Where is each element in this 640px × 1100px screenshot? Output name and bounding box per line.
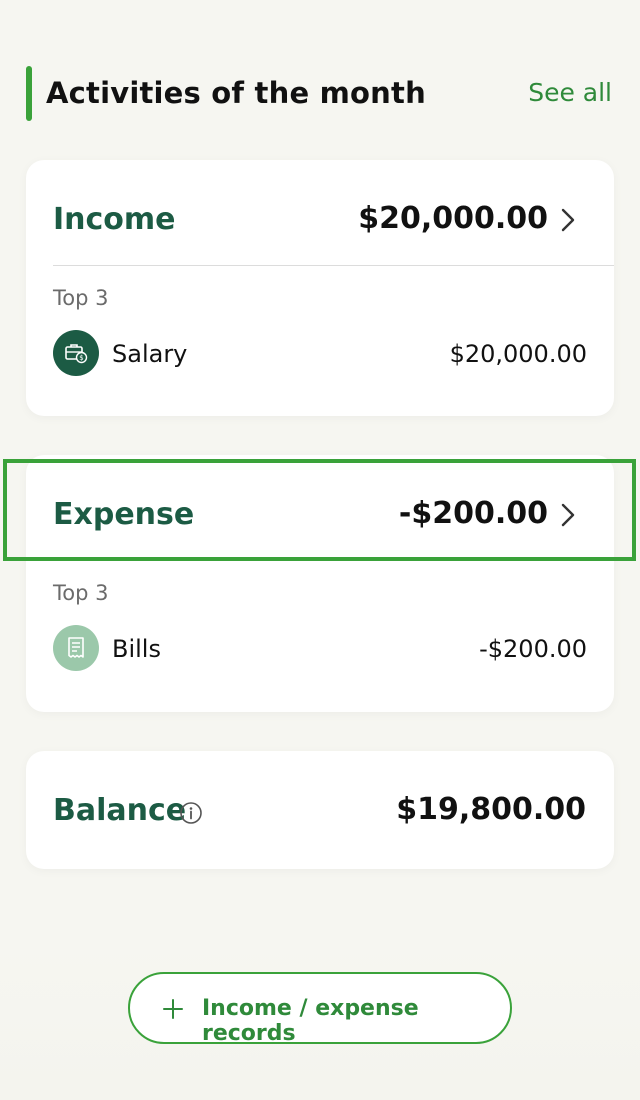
balance-total: $19,800.00 [396, 792, 586, 827]
income-total: $20,000.00 [358, 201, 548, 236]
income-expense-records-button[interactable]: Income / expense records [128, 972, 512, 1046]
income-divider [53, 265, 614, 266]
see-all-link[interactable]: See all [528, 78, 612, 107]
expense-item-amount: -$200.00 [479, 635, 587, 663]
bills-receipt-icon [53, 625, 99, 671]
expense-header-row[interactable]: Expense -$200.00 [26, 455, 614, 562]
activities-page: Activities of the month See all Income $… [0, 0, 640, 1100]
balance-card: Balance $19,800.00 [26, 751, 614, 869]
section-accent-bar [26, 66, 32, 121]
balance-label: Balance [53, 793, 187, 828]
records-button-label: Income / expense records [202, 996, 419, 1046]
svg-text:$: $ [79, 354, 83, 362]
income-item-amount: $20,000.00 [449, 340, 587, 368]
income-item-salary[interactable]: $ Salary $20,000.00 [53, 330, 587, 378]
income-label: Income [53, 202, 176, 237]
section-title: Activities of the month [46, 76, 426, 110]
income-card: Income $20,000.00 Top 3 $ Salary $20,000… [26, 160, 614, 416]
expense-label: Expense [53, 497, 195, 532]
info-icon[interactable] [179, 801, 203, 825]
expense-item-bills[interactable]: Bills -$200.00 [53, 625, 587, 673]
section-header: Activities of the month See all [0, 64, 640, 122]
chevron-right-icon [561, 503, 575, 527]
plus-icon [163, 999, 183, 1019]
income-item-label: Salary [112, 340, 188, 368]
income-header-row[interactable]: Income $20,000.00 [26, 160, 614, 267]
expense-total: -$200.00 [398, 496, 548, 531]
salary-briefcase-icon: $ [53, 330, 99, 376]
expense-card: Expense -$200.00 Top 3 Bills -$200.00 [26, 455, 614, 712]
expense-top-label: Top 3 [53, 581, 109, 605]
expense-item-label: Bills [112, 635, 161, 663]
income-top-label: Top 3 [53, 286, 109, 310]
chevron-right-icon [561, 208, 575, 232]
